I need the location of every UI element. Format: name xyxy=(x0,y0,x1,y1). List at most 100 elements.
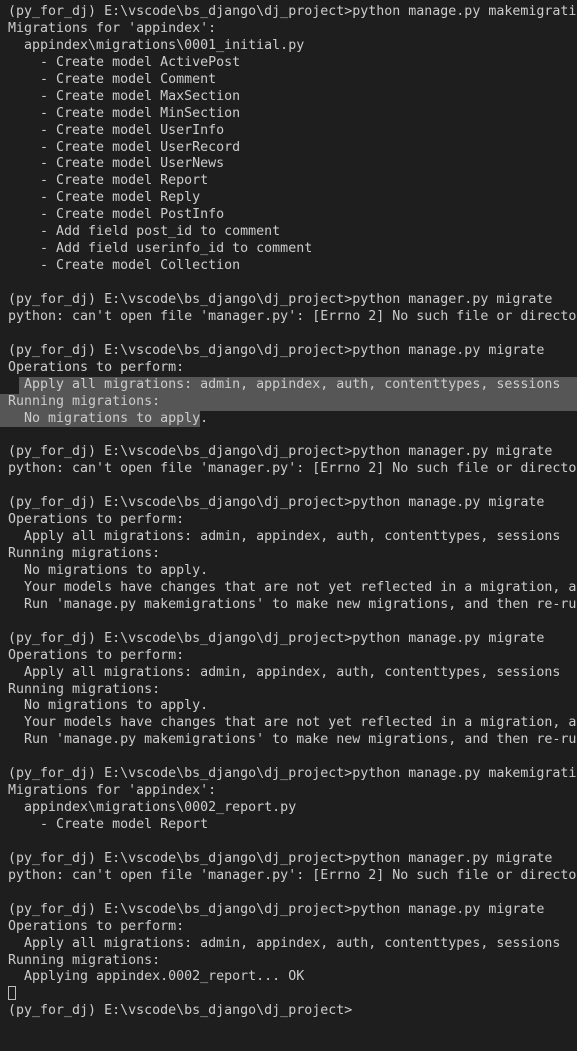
terminal-line-text: Applying appindex.0002_report... OK xyxy=(8,969,305,985)
terminal-line: No migrations to apply. xyxy=(0,698,577,715)
terminal-line-text: Your models have changes that are not ye… xyxy=(24,715,577,731)
text-cursor xyxy=(8,986,17,1001)
terminal-line: Run 'manage.py makemigrations' to make n… xyxy=(0,597,577,614)
terminal-line: Operations to perform: xyxy=(0,919,577,936)
terminal-line xyxy=(0,986,577,1003)
terminal-line-text: (py_for_dj) E:\vscode\bs_django\dj_proje… xyxy=(8,766,577,782)
terminal-line-text: - Create model Report xyxy=(8,817,209,832)
terminal-line: Apply all migrations: admin, appindex, a… xyxy=(0,665,577,682)
terminal-line: (py_for_dj) E:\vscode\bs_django\dj_proje… xyxy=(0,766,577,783)
terminal-line: - Create model Comment xyxy=(0,72,577,89)
terminal-line: Running migrations: xyxy=(0,393,577,411)
terminal-line-text: (py_for_dj) E:\vscode\bs_django\dj_proje… xyxy=(8,850,553,866)
terminal-line: - Create model Reply xyxy=(0,190,577,207)
terminal-line: - Create model MinSection xyxy=(0,106,577,123)
terminal-line-text: Apply all migrations: admin, appindex, a… xyxy=(8,376,561,392)
terminal-line: Applying appindex.0002_report... OK xyxy=(0,969,577,986)
terminal-line: appindex\migrations\0002_report.py xyxy=(0,800,577,817)
terminal-line-text: (py_for_dj) E:\vscode\bs_django\dj_proje… xyxy=(8,444,553,460)
terminal-line: (py_for_dj) E:\vscode\bs_django\dj_proje… xyxy=(0,902,577,919)
terminal-line: appindex\migrations\0001_initial.py xyxy=(0,38,577,55)
terminal-line: (py_for_dj) E:\vscode\bs_django\dj_proje… xyxy=(0,1003,577,1020)
terminal-line-text: - Create model UserRecord xyxy=(8,139,241,155)
terminal-line-text: Apply all migrations: admin, appindex, a… xyxy=(8,529,561,545)
terminal-line-text: python: can't open file 'manager.py': [E… xyxy=(8,308,577,324)
terminal-line-text: Running migrations: xyxy=(8,681,161,697)
terminal-line: python: can't open file 'manager.py': [E… xyxy=(0,461,577,478)
terminal-line-text: Migrations for 'appindex': xyxy=(8,783,217,799)
terminal-line-text: - Create model UserNews xyxy=(8,156,225,172)
terminal-line-text: - Create model Reply xyxy=(8,190,201,206)
terminal-line: - Create model Collection xyxy=(0,258,577,275)
terminal-line-text: No migrations to apply. xyxy=(8,698,209,714)
terminal-line-text: Operations to perform: xyxy=(8,359,185,375)
terminal-line-text: Running migrations: xyxy=(8,952,161,968)
terminal-line-text: - Create model Report xyxy=(8,173,209,189)
terminal-line-text: (py_for_dj) E:\vscode\bs_django\dj_proje… xyxy=(8,630,545,646)
terminal-line: (py_for_dj) E:\vscode\bs_django\dj_proje… xyxy=(0,292,577,309)
terminal-line-text: - Add field post_id to comment xyxy=(8,224,281,240)
terminal-line: - Add field userinfo_id to comment xyxy=(0,241,577,258)
terminal-line: - Create model UserNews xyxy=(0,156,577,173)
terminal-line-text: Operations to perform: xyxy=(8,512,185,528)
terminal-line: - Create model PostInfo xyxy=(0,207,577,224)
terminal-line-text: (py_for_dj) E:\vscode\bs_django\dj_proje… xyxy=(8,342,545,358)
terminal-line: Apply all migrations: admin, appindex, a… xyxy=(0,529,577,546)
terminal-line-text: (py_for_dj) E:\vscode\bs_django\dj_proje… xyxy=(8,1003,353,1019)
terminal-line-text: - Create model Collection xyxy=(8,258,241,274)
terminal-line-text: No migrations to apply. xyxy=(8,562,209,578)
terminal-line-text: Operations to perform: xyxy=(8,647,185,663)
terminal-line-text: Running migrations: xyxy=(8,546,161,561)
terminal-line-text: (py_for_dj) E:\vscode\bs_django\dj_proje… xyxy=(8,4,577,19)
terminal-line-text: - Create model PostInfo xyxy=(8,207,225,223)
terminal-line: (py_for_dj) E:\vscode\bs_django\dj_proje… xyxy=(0,4,577,21)
terminal-line-text: appindex\migrations\0002_report.py xyxy=(8,800,297,816)
terminal-line: (py_for_dj) E:\vscode\bs_django\dj_proje… xyxy=(0,851,577,868)
terminal-line-text: (py_for_dj) E:\vscode\bs_django\dj_proje… xyxy=(8,291,553,307)
terminal-line: - Create model Report xyxy=(0,173,577,190)
terminal-line: - Create model ActivePost xyxy=(0,55,577,72)
terminal-line-text: Apply all migrations: admin, appindex, a… xyxy=(8,935,561,951)
terminal-line: Run 'manage.py makemigrations' to make n… xyxy=(0,732,577,749)
terminal-line: Operations to perform: xyxy=(0,648,577,665)
terminal-screen-buffer[interactable]: (py_for_dj) E:\vscode\bs_django\dj_proje… xyxy=(0,4,577,1020)
terminal-window[interactable]: (py_for_dj) E:\vscode\bs_django\dj_proje… xyxy=(0,0,577,1051)
terminal-line-text: appindex\migrations\0001_initial.py xyxy=(8,37,305,53)
terminal-line-text: Running migrations: xyxy=(8,393,161,409)
terminal-line: Your models have changes that are not ye… xyxy=(0,715,577,732)
terminal-line: (py_for_dj) E:\vscode\bs_django\dj_proje… xyxy=(0,343,577,360)
terminal-line: - Add field post_id to comment xyxy=(0,224,577,241)
terminal-line: - Create model MaxSection xyxy=(0,89,577,106)
terminal-line-text: - Create model MaxSection xyxy=(8,88,241,104)
terminal-line-text: - Add field userinfo_id to comment xyxy=(8,241,313,257)
terminal-line: Operations to perform: xyxy=(0,512,577,529)
terminal-line-text: Run 'manage.py makemigrations' to make n… xyxy=(24,732,577,748)
terminal-line: (py_for_dj) E:\vscode\bs_django\dj_proje… xyxy=(0,495,577,512)
terminal-line: - Create model UserInfo xyxy=(0,123,577,140)
terminal-line: No migrations to apply. xyxy=(0,410,577,428)
terminal-line: python: can't open file 'manager.py': [E… xyxy=(0,309,577,326)
terminal-line-text: (py_for_dj) E:\vscode\bs_django\dj_proje… xyxy=(8,495,545,511)
terminal-line-text: - Create model MinSection xyxy=(8,105,241,121)
terminal-line: (py_for_dj) E:\vscode\bs_django\dj_proje… xyxy=(0,631,577,648)
terminal-line-text: Your models have changes that are not ye… xyxy=(24,579,577,595)
terminal-line-text: Run 'manage.py makemigrations' to make n… xyxy=(24,596,577,612)
terminal-line-text: (py_for_dj) E:\vscode\bs_django\dj_proje… xyxy=(8,901,545,917)
terminal-line: Apply all migrations: admin, appindex, a… xyxy=(0,936,577,953)
terminal-line-text: - Create model Comment xyxy=(8,71,217,87)
terminal-line: - Create model UserRecord xyxy=(0,140,577,157)
terminal-line: Operations to perform: xyxy=(0,360,577,377)
terminal-line-text: Migrations for 'appindex': xyxy=(8,20,217,36)
terminal-line: Running migrations: xyxy=(0,546,577,563)
terminal-line: - Create model Report xyxy=(0,817,577,834)
terminal-line-text: Apply all migrations: admin, appindex, a… xyxy=(8,664,561,680)
terminal-line: Running migrations: xyxy=(0,953,577,970)
terminal-line: Your models have changes that are not ye… xyxy=(0,580,577,597)
terminal-line-text: python: can't open file 'manager.py': [E… xyxy=(8,461,577,477)
terminal-line: Migrations for 'appindex': xyxy=(0,21,577,38)
